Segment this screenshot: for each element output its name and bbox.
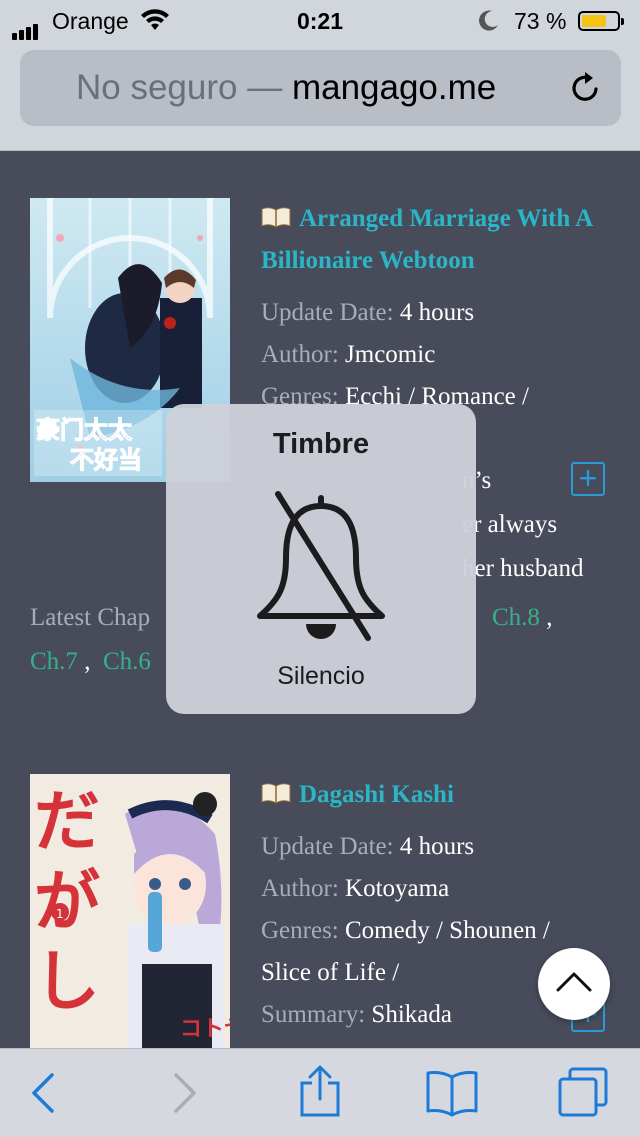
battery-percentage: 73 % xyxy=(514,8,567,34)
hud-state: Silencio xyxy=(277,662,365,690)
svg-text:が: が xyxy=(34,863,100,940)
hud-title: Timbre xyxy=(272,428,370,460)
chapter-link[interactable]: Ch.6 xyxy=(103,648,151,675)
manga-title[interactable]: Arranged Marriage With A Billionaire Web… xyxy=(261,198,621,282)
address-bar[interactable]: No seguro — mangago.me xyxy=(20,50,621,126)
status-bar: Orange 0:21 73 % xyxy=(0,0,640,42)
update-date-row: Update Date: 4 hours xyxy=(261,292,621,334)
domain-label: mangago.me xyxy=(291,68,497,107)
summary-fragment: er always xyxy=(462,511,558,538)
author-value[interactable]: Jmcomic xyxy=(345,341,435,368)
ringer-hud: Timbre Silencio xyxy=(166,404,476,714)
open-book-icon xyxy=(261,783,291,804)
author-row: Author: Jmcomic xyxy=(261,334,621,376)
author-value[interactable]: Kotoyama xyxy=(345,875,449,902)
chapter-link-row: Ch.8 , xyxy=(492,604,553,631)
bell-muted-icon xyxy=(257,491,385,641)
manga-title-text: Arranged Marriage With A Billionaire Web… xyxy=(261,205,592,274)
author-row: Author: Kotoyama xyxy=(261,868,621,910)
svg-text:1: 1 xyxy=(56,907,64,921)
author-label: Author: xyxy=(261,875,339,902)
browser-top-bar: Orange 0:21 73 % No seguro — mangago.me xyxy=(0,0,640,151)
tabs-icon[interactable] xyxy=(558,1067,608,1117)
genres-value[interactable]: Comedy / Shounen / xyxy=(345,917,550,944)
author-label: Author: xyxy=(261,341,339,368)
update-date-row: Update Date: 4 hours xyxy=(261,826,621,868)
manga-entry: だ が し 1 コトヤマ Dagashi Kashi Update Date: … xyxy=(0,772,640,1050)
forward-chevron-icon[interactable] xyxy=(172,1071,198,1115)
battery-icon xyxy=(578,11,624,31)
manga-title[interactable]: Dagashi Kashi xyxy=(261,774,621,816)
update-date-label: Update Date: xyxy=(261,299,394,326)
svg-text:コトヤマ: コトヤマ xyxy=(180,1017,230,1042)
bookmarks-icon[interactable] xyxy=(425,1069,479,1117)
add-to-list-button[interactable]: + xyxy=(571,462,605,496)
update-date-label: Update Date: xyxy=(261,833,394,860)
update-date-value: 4 hours xyxy=(399,299,475,326)
browser-toolbar xyxy=(0,1048,640,1137)
svg-text:だ: だ xyxy=(34,783,100,860)
manga-meta: Update Date: 4 hours Author: Jmcomic Gen… xyxy=(261,292,621,418)
genres-value-continued[interactable]: Slice of Life / xyxy=(261,959,399,986)
chapter-link[interactable]: Ch.8 xyxy=(492,604,540,631)
back-chevron-icon[interactable] xyxy=(30,1071,56,1115)
scroll-to-top-button[interactable] xyxy=(538,948,610,1020)
chapter-link[interactable]: Ch.7 xyxy=(30,648,78,675)
open-book-icon xyxy=(261,207,291,228)
summary-value: Shikada xyxy=(371,1001,452,1028)
summary-fragment: her husband xyxy=(462,555,584,582)
reload-icon[interactable] xyxy=(567,70,603,106)
share-icon[interactable] xyxy=(298,1065,342,1119)
chevron-up-icon xyxy=(556,972,592,992)
summary-label: Summary: xyxy=(261,1001,366,1028)
latest-chapters-label: Latest Chap xyxy=(30,604,151,631)
svg-text:不好当: 不好当 xyxy=(70,446,142,474)
svg-text:豪门太太: 豪门太太 xyxy=(36,416,133,444)
do-not-disturb-moon-icon xyxy=(478,8,500,38)
svg-text:し: し xyxy=(34,943,100,1020)
genres-row: Genres: Comedy / Shounen / xyxy=(261,910,621,952)
not-secure-label: No seguro — xyxy=(76,68,283,107)
genres-label: Genres: xyxy=(261,917,339,944)
manga-cover-image[interactable]: だ が し 1 コトヤマ xyxy=(30,774,230,1050)
update-date-value: 4 hours xyxy=(399,833,475,860)
manga-title-text: Dagashi Kashi xyxy=(299,781,454,808)
